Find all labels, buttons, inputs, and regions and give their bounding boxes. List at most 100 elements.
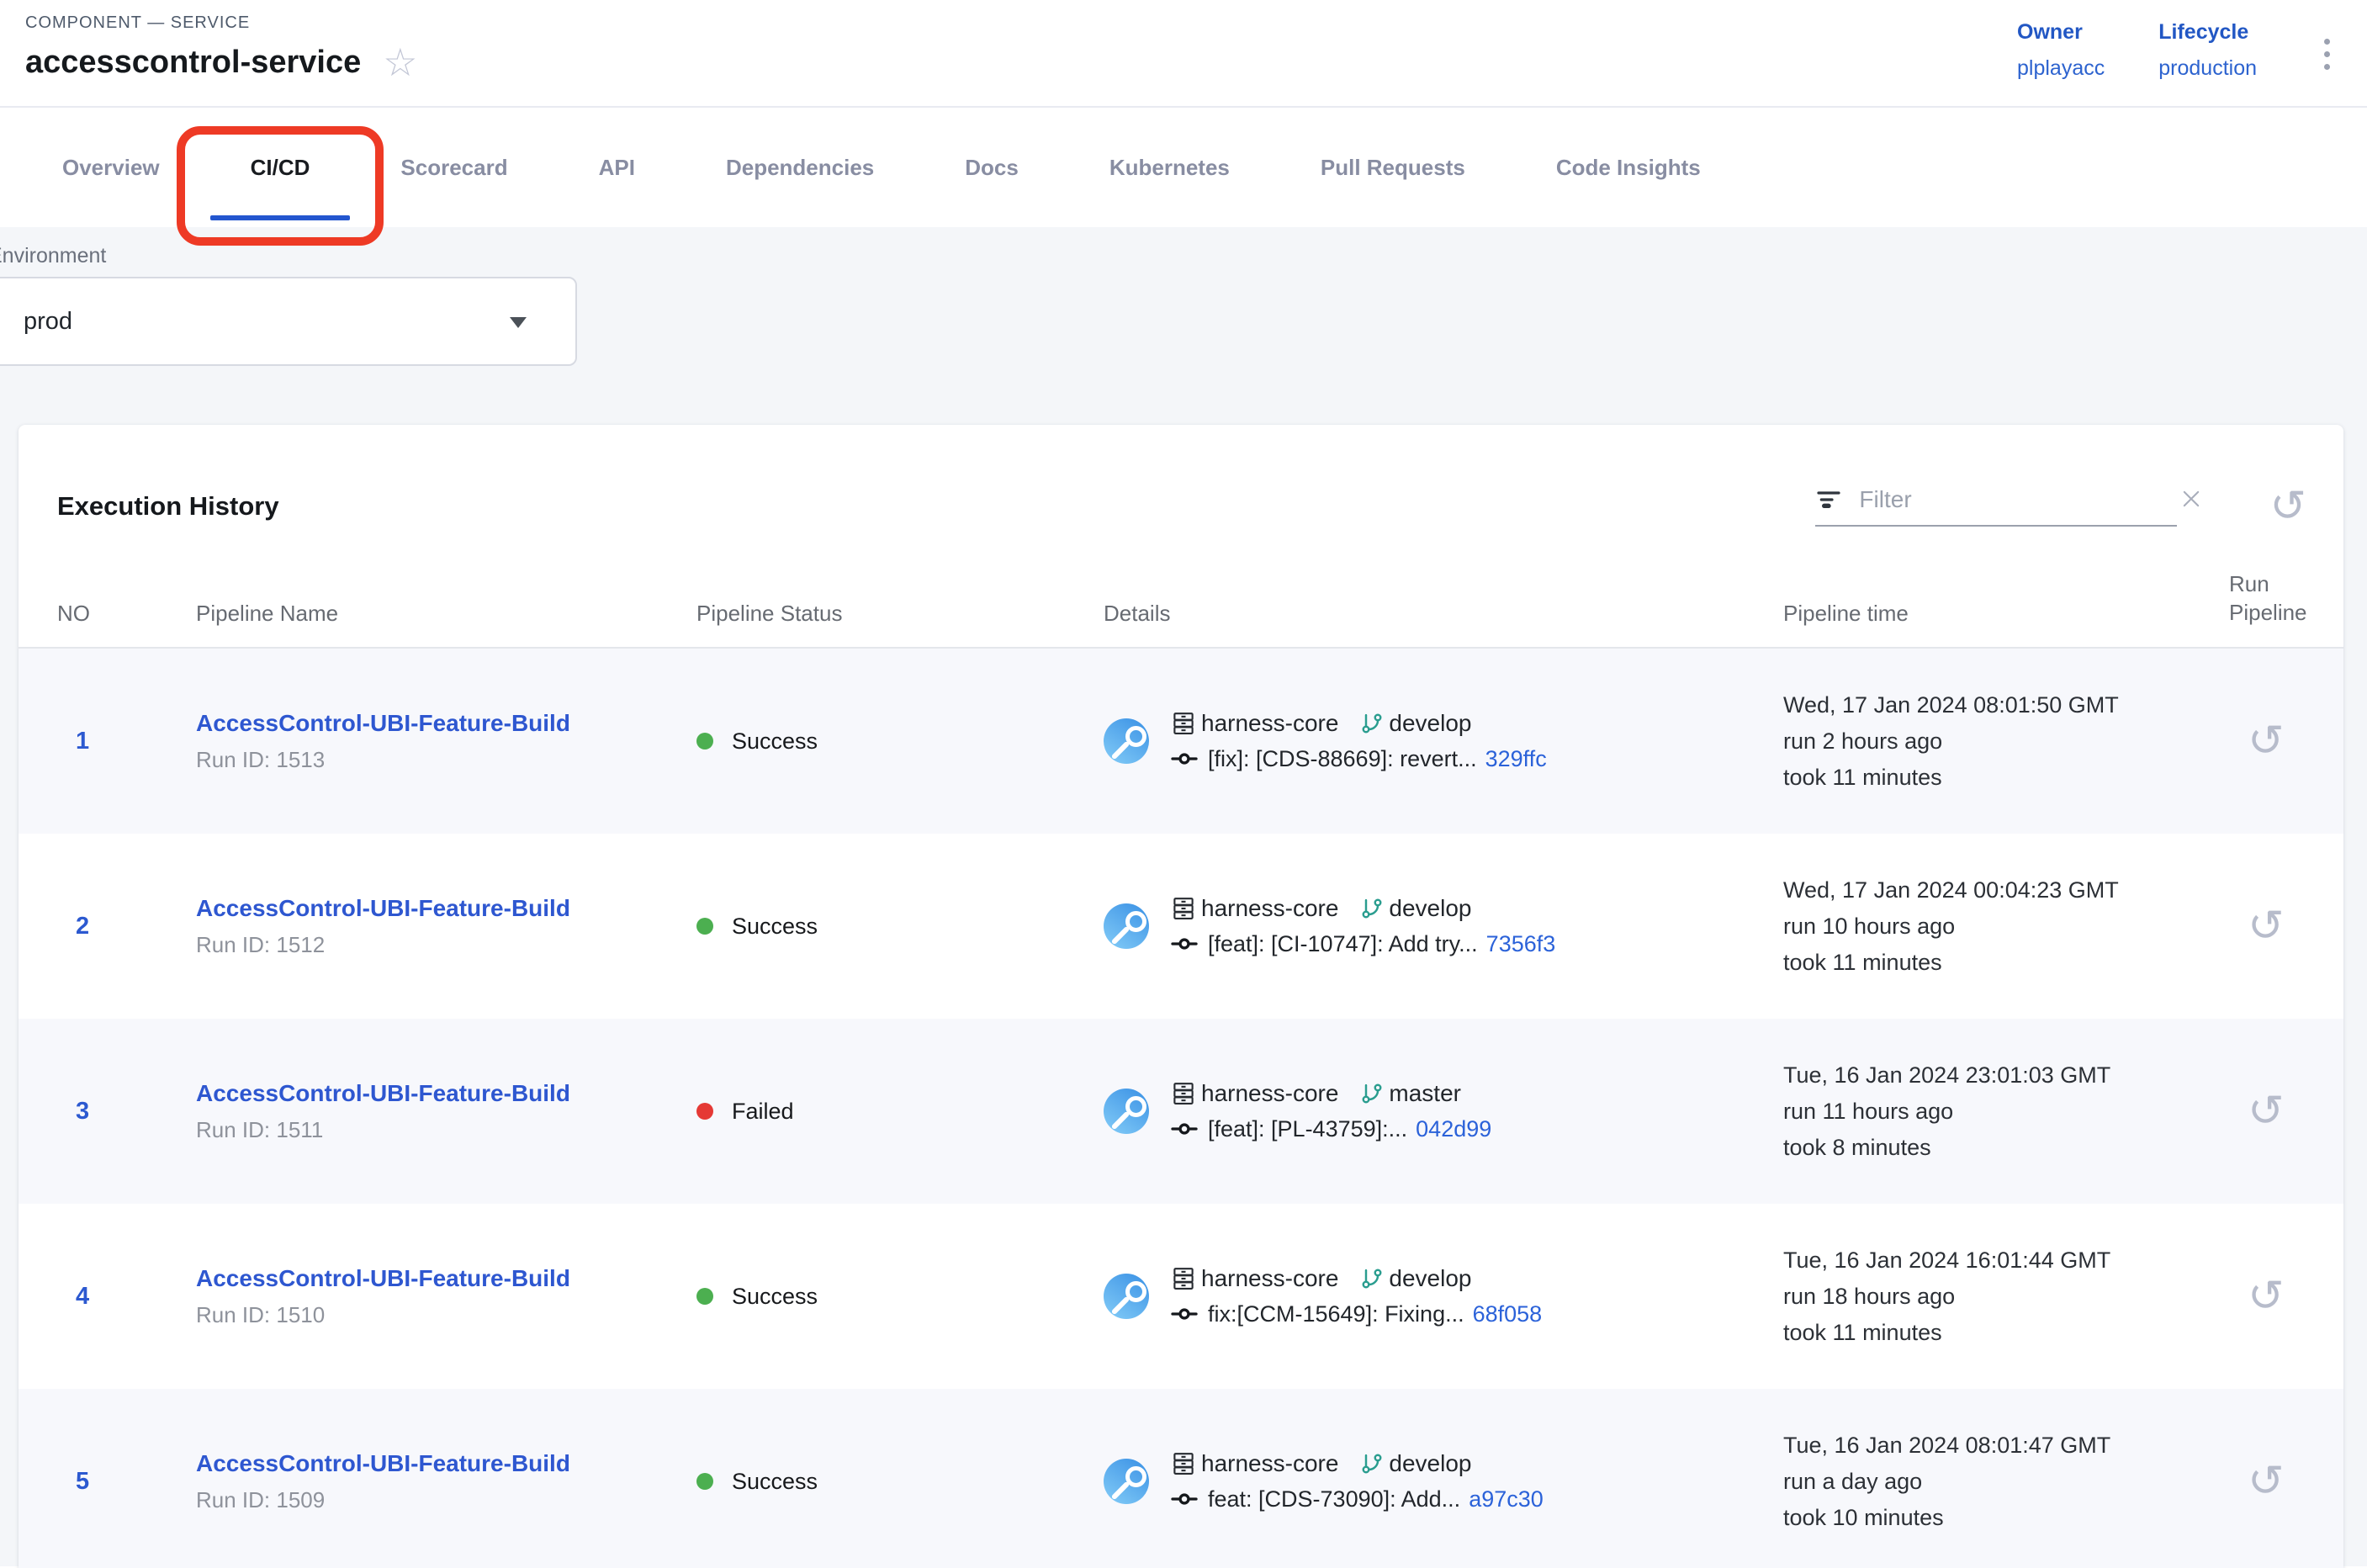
pipeline-module-icon [1104, 1089, 1149, 1134]
git-branch-icon [1360, 712, 1384, 735]
row-number: 4 [57, 1283, 196, 1311]
pipeline-name-link[interactable]: AccessControl-UBI-Feature-Build [196, 1080, 570, 1107]
tab-label: Overview [62, 155, 160, 181]
commit-sha-link[interactable]: 7356f3 [1486, 931, 1556, 957]
pipeline-name-link[interactable]: AccessControl-UBI-Feature-Build [196, 710, 570, 737]
pipeline-time-ago: run a day ago [1783, 1464, 2229, 1500]
commit-sha-link[interactable]: 042d99 [1416, 1116, 1491, 1142]
repository-icon [1171, 1081, 1196, 1106]
clear-filter-icon[interactable] [2179, 487, 2203, 512]
run-id: Run ID: 1511 [196, 1117, 696, 1143]
tab-label: Scorecard [400, 155, 507, 181]
table-row: 5 AccessControl-UBI-Feature-Build Run ID… [19, 1389, 2343, 1568]
tab-ci-cd[interactable]: CI/CD [205, 108, 356, 227]
status-label: Success [732, 1469, 818, 1495]
refresh-icon[interactable]: ↺ [2269, 485, 2306, 528]
repo-name: harness-core [1201, 1265, 1338, 1292]
row-number: 1 [57, 728, 196, 755]
column-header-status: Pipeline Status [696, 601, 1104, 627]
header-meta: Owner plplayacc Lifecycle production [2017, 13, 2342, 106]
git-branch-icon [1360, 1452, 1384, 1475]
pipeline-name-link[interactable]: AccessControl-UBI-Feature-Build [196, 895, 570, 922]
tab-overview[interactable]: Overview [17, 108, 205, 227]
pipeline-time-ago: run 11 hours ago [1783, 1094, 2229, 1130]
table-row: 2 AccessControl-UBI-Feature-Build Run ID… [19, 834, 2343, 1019]
branch-name: develop [1389, 895, 1471, 922]
repo-name: harness-core [1201, 710, 1338, 737]
owner-label: Owner [2017, 20, 2105, 45]
pipeline-time-gmt: Wed, 17 Jan 2024 08:01:50 GMT [1783, 687, 2229, 723]
tab-label: Docs [965, 155, 1019, 181]
tab-label: Code Insights [1556, 155, 1701, 181]
run-pipeline-icon[interactable]: ↺ [2248, 1274, 2285, 1318]
repo-name: harness-core [1201, 895, 1338, 922]
commit-sha-link[interactable]: 68f058 [1473, 1301, 1543, 1327]
environment-label: Environment [0, 244, 2367, 268]
pipeline-time-took: took 8 minutes [1783, 1130, 2229, 1166]
execution-history-card: Execution History [19, 425, 2343, 1568]
run-id: Run ID: 1510 [196, 1302, 696, 1328]
status-label: Success [732, 914, 818, 940]
table-row: 1 AccessControl-UBI-Feature-Build Run ID… [19, 649, 2343, 834]
pipeline-module-icon [1104, 1459, 1149, 1504]
repo-name: harness-core [1201, 1080, 1338, 1107]
repository-icon [1171, 711, 1196, 736]
environment-value: prod [24, 308, 72, 336]
row-number: 5 [57, 1468, 196, 1496]
run-pipeline-icon[interactable]: ↺ [2248, 1089, 2285, 1133]
environment-select[interactable]: prod [0, 277, 577, 366]
commit-sha-link[interactable]: a97c30 [1469, 1486, 1544, 1512]
run-id: Run ID: 1513 [196, 747, 696, 773]
owner-link[interactable]: plplayacc [2017, 56, 2105, 81]
branch-name: develop [1389, 1265, 1471, 1292]
row-number: 2 [57, 913, 196, 940]
status-dot [696, 1288, 713, 1305]
run-pipeline-icon[interactable]: ↺ [2248, 719, 2285, 763]
git-commit-icon [1171, 930, 1198, 957]
branch-name: develop [1389, 710, 1471, 737]
commit-message: [fix]: [CDS-88669]: revert... [1208, 746, 1477, 772]
pipeline-time-gmt: Tue, 16 Jan 2024 23:01:03 GMT [1783, 1057, 2229, 1094]
table-row: 4 AccessControl-UBI-Feature-Build Run ID… [19, 1204, 2343, 1389]
header-left: COMPONENT — SERVICE accesscontrol-servic… [25, 13, 418, 106]
tab-docs[interactable]: Docs [919, 108, 1064, 227]
pipeline-module-icon [1104, 903, 1149, 949]
pipeline-module-icon [1104, 718, 1149, 764]
pipeline-time-took: took 11 minutes [1783, 945, 2229, 981]
filter-input[interactable] [1859, 486, 2163, 513]
tab-code-insights[interactable]: Code Insights [1511, 108, 1746, 227]
pipeline-time-ago: run 10 hours ago [1783, 908, 2229, 945]
table-header-row: NO Pipeline Name Pipeline Status Details… [19, 539, 2343, 649]
kebab-menu-icon[interactable] [2324, 39, 2330, 70]
lifecycle-block: Lifecycle production [2158, 20, 2257, 81]
pipeline-name-link[interactable]: AccessControl-UBI-Feature-Build [196, 1265, 570, 1292]
execution-table-body: 1 AccessControl-UBI-Feature-Build Run ID… [19, 649, 2343, 1568]
tab-pull-requests[interactable]: Pull Requests [1275, 108, 1511, 227]
pipeline-time-took: took 11 minutes [1783, 760, 2229, 796]
tab-kubernetes[interactable]: Kubernetes [1064, 108, 1275, 227]
lifecycle-label: Lifecycle [2158, 20, 2257, 45]
pipeline-time-took: took 10 minutes [1783, 1500, 2229, 1536]
page-title: accesscontrol-service [25, 45, 361, 81]
status-dot [696, 1473, 713, 1490]
tab-dependencies[interactable]: Dependencies [680, 108, 919, 227]
status-label: Success [732, 1284, 818, 1310]
tab-scorecard[interactable]: Scorecard [355, 108, 553, 227]
branch-name: develop [1389, 1450, 1471, 1477]
favorite-star-icon[interactable]: ☆ [383, 43, 417, 82]
run-pipeline-icon[interactable]: ↺ [2248, 1459, 2285, 1503]
tab-api[interactable]: API [553, 108, 680, 227]
status-dot [696, 918, 713, 935]
pipeline-name-link[interactable]: AccessControl-UBI-Feature-Build [196, 1450, 570, 1477]
commit-message: [feat]: [CI-10747]: Add try... [1208, 931, 1478, 957]
execution-history-title: Execution History [57, 491, 279, 522]
commit-message: feat: [CDS-73090]: Add... [1208, 1486, 1460, 1512]
run-pipeline-icon[interactable]: ↺ [2248, 904, 2285, 948]
column-header-no: NO [57, 601, 196, 627]
repository-icon [1171, 1451, 1196, 1476]
pipeline-time-ago: run 18 hours ago [1783, 1279, 2229, 1315]
lifecycle-link[interactable]: production [2158, 56, 2257, 81]
status-dot [696, 733, 713, 750]
branch-name: master [1389, 1080, 1461, 1107]
commit-sha-link[interactable]: 329ffc [1485, 746, 1547, 772]
